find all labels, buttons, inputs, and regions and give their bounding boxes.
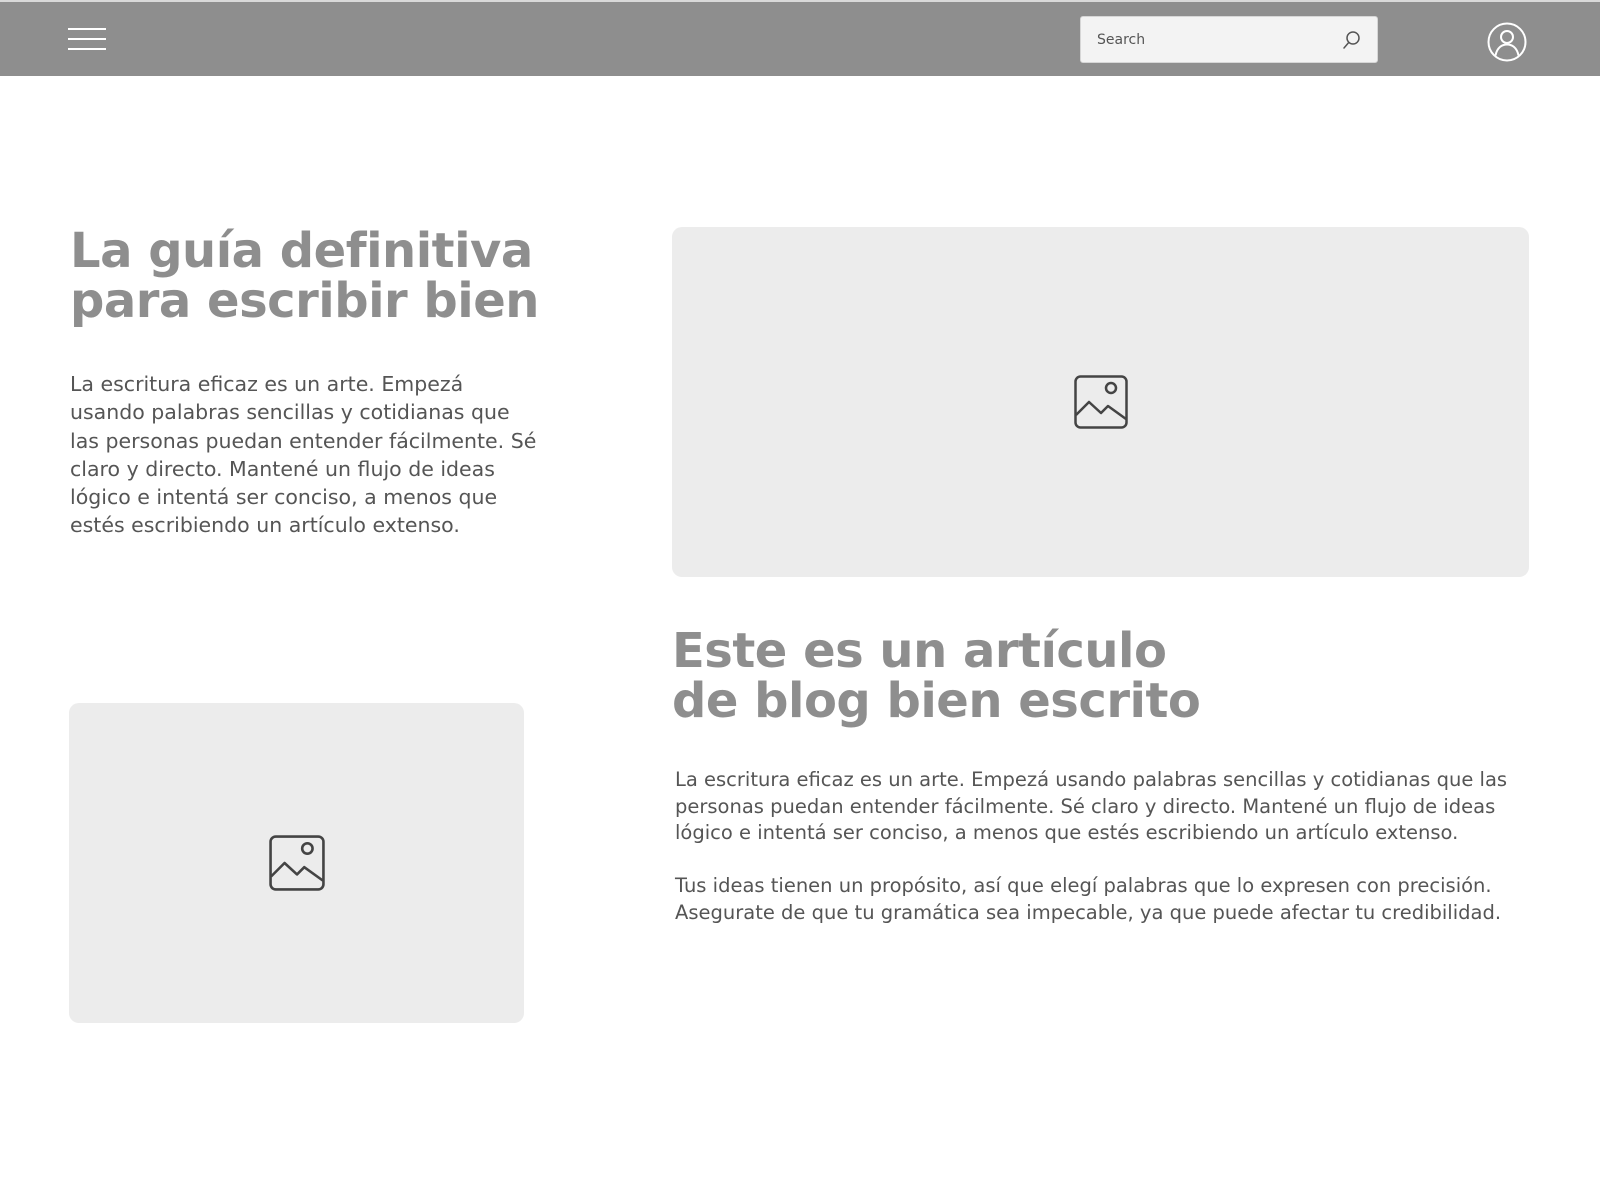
page-title-line-1: La guía definitiva bbox=[70, 223, 533, 279]
article-paragraph-1: La escritura eficaz es un arte. Empezá u… bbox=[675, 768, 1508, 844]
image-placeholder-icon bbox=[268, 835, 325, 891]
featured-image-placeholder bbox=[672, 227, 1529, 577]
image-placeholder-icon bbox=[1073, 375, 1128, 429]
hamburger-menu-icon bbox=[68, 28, 106, 50]
search-box bbox=[1080, 16, 1378, 63]
page: La guía definitiva para escribir bien La… bbox=[0, 0, 1600, 1200]
article-title-line-1: Este es un artículo bbox=[672, 623, 1167, 679]
intro-paragraph: La escritura eficaz es un arte. Empezá u… bbox=[70, 372, 537, 538]
user-profile-button[interactable] bbox=[1486, 21, 1528, 63]
user-avatar-icon bbox=[1487, 22, 1527, 62]
search-input[interactable] bbox=[1097, 17, 1327, 62]
search-icon[interactable] bbox=[1341, 29, 1363, 51]
article-paragraph-2: Tus ideas tienen un propósito, así que e… bbox=[675, 874, 1502, 924]
page-title-line-2: para escribir bien bbox=[70, 273, 539, 329]
top-navigation-bar bbox=[0, 2, 1600, 76]
secondary-image-placeholder bbox=[69, 703, 524, 1023]
article-title: Este es un artículo de blog bien escrito bbox=[672, 626, 1392, 726]
article-title-line-2: de blog bien escrito bbox=[672, 673, 1201, 729]
page-title: La guía definitiva para escribir bien bbox=[70, 226, 590, 326]
menu-button[interactable] bbox=[62, 20, 112, 58]
